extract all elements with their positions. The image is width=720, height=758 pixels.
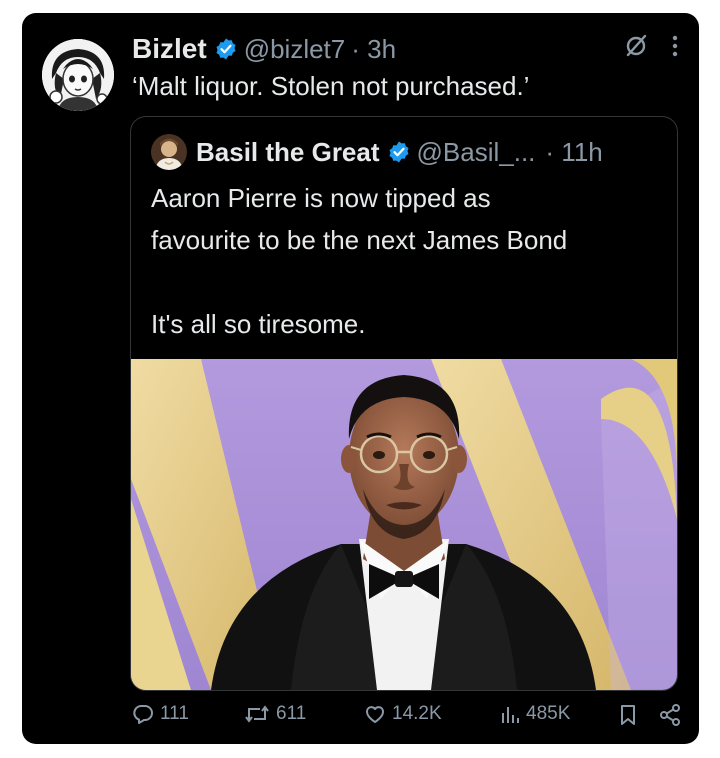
views-button[interactable]: 485K	[500, 703, 570, 725]
quoted-user-avatar[interactable]	[151, 134, 187, 170]
user-handle[interactable]: @bizlet7	[244, 34, 346, 65]
reply-icon	[133, 705, 153, 724]
quoted-text-line: favourite to be the next James Bond	[151, 225, 568, 255]
quoted-text-line: Aaron Pierre is now tipped as	[151, 183, 491, 213]
heart-icon	[366, 706, 384, 723]
quoted-user-handle[interactable]: @Basil_...	[417, 137, 536, 168]
tweet-card[interactable]: Bizlet @bizlet7 · 3h ‘Malt liquor. Stole…	[22, 13, 699, 744]
tweet-actions: 111 611 14.2K 485K	[132, 703, 692, 737]
like-button[interactable]: 14.2K	[364, 703, 442, 725]
grok-icon[interactable]	[623, 33, 649, 64]
views-chart-icon	[502, 707, 519, 723]
quoted-tweet-text: Aaron Pierre is now tipped as favourite …	[151, 177, 567, 345]
reply-count: 111	[160, 703, 189, 724]
tweet-header: Bizlet @bizlet7 · 3h	[132, 31, 396, 67]
like-count: 14.2K	[392, 703, 442, 724]
bookmark-icon	[621, 705, 635, 725]
portrait-avatar-icon	[151, 134, 187, 170]
quoted-tweet[interactable]: Basil the Great @Basil_... · 11h Aaron P…	[130, 116, 678, 691]
repost-button[interactable]: 611	[244, 703, 306, 725]
quoted-display-name[interactable]: Basil the Great	[196, 137, 380, 168]
share-icon	[660, 704, 680, 726]
share-button[interactable]	[658, 703, 682, 727]
verified-badge-icon	[214, 37, 238, 61]
repost-count: 611	[276, 703, 307, 724]
quoted-tweet-time[interactable]: · 11h	[545, 137, 602, 168]
quoted-text-line: It's all so tiresome.	[151, 309, 366, 339]
quoted-tweet-photo[interactable]	[131, 359, 677, 690]
tweet-time[interactable]: · 3h	[351, 34, 396, 65]
reply-button[interactable]: 111	[132, 703, 189, 725]
header-icons	[623, 33, 679, 64]
display-name[interactable]: Bizlet	[132, 33, 207, 65]
tweet-text: ‘Malt liquor. Stolen not purchased.’	[132, 71, 530, 101]
photo-image	[131, 359, 677, 690]
bookmark-button[interactable]	[618, 703, 638, 727]
more-options-icon[interactable]	[671, 33, 679, 64]
view-count: 485K	[526, 703, 571, 724]
quoted-tweet-header: Basil the Great @Basil_... · 11h	[151, 134, 603, 170]
anime-avatar-icon	[42, 39, 114, 111]
quoted-text-line	[151, 261, 567, 303]
quoted-verified-badge-icon	[387, 140, 411, 164]
user-avatar[interactable]	[42, 39, 114, 111]
repost-icon	[245, 705, 269, 723]
